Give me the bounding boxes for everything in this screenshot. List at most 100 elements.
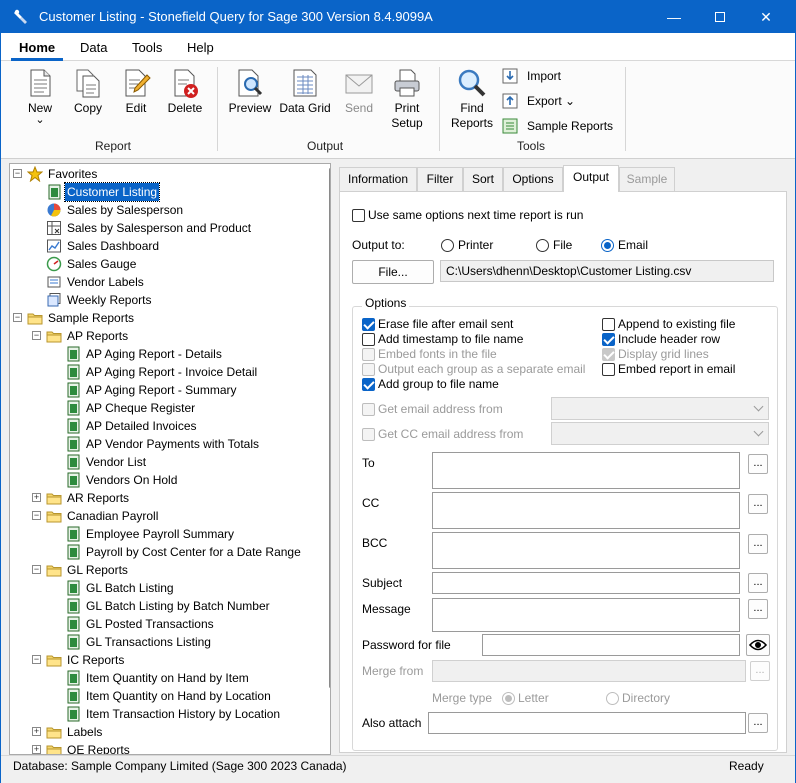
- tree-item[interactable]: + OE Reports: [10, 741, 326, 754]
- get-email-checkbox[interactable]: [362, 403, 375, 416]
- subject-browse-button[interactable]: ...: [748, 573, 768, 593]
- message-field[interactable]: [432, 598, 740, 632]
- tab-filter[interactable]: Filter: [417, 167, 463, 191]
- ribbon-tab-help[interactable]: Help: [187, 40, 214, 55]
- tree-item[interactable]: Weekly Reports: [10, 291, 326, 309]
- tree-scrollbar[interactable]: [328, 164, 330, 754]
- report-tree[interactable]: − Favorites Customer Listing Sales by Sales…: [9, 163, 331, 755]
- copy-button[interactable]: Copy: [67, 61, 109, 135]
- tree-item[interactable]: Item Quantity on Hand by Location: [10, 687, 326, 705]
- new-button[interactable]: New ⌄: [19, 61, 61, 135]
- tab-sample[interactable]: Sample: [619, 167, 675, 191]
- printer-radio[interactable]: [441, 239, 454, 252]
- import-button[interactable]: Import: [501, 67, 571, 85]
- cc-field[interactable]: [432, 492, 740, 529]
- get-cc-combo[interactable]: [551, 422, 769, 445]
- collapse-icon[interactable]: −: [13, 313, 22, 322]
- collapse-icon[interactable]: −: [32, 511, 41, 520]
- tree-item[interactable]: + AR Reports: [10, 489, 326, 507]
- tree-item[interactable]: − AP Reports: [10, 327, 326, 345]
- tree-item[interactable]: − GL Reports: [10, 561, 326, 579]
- file-path-field[interactable]: C:\Users\dhenn\Desktop\Customer Listing.…: [440, 260, 774, 282]
- tree-item[interactable]: − Favorites: [10, 165, 326, 183]
- tree-item[interactable]: Sales Gauge: [10, 255, 326, 273]
- ribbon-tab-data[interactable]: Data: [80, 40, 107, 55]
- delete-button[interactable]: Delete: [163, 61, 207, 135]
- merge-from-field[interactable]: [432, 660, 746, 682]
- merge-from-browse-button[interactable]: ...: [750, 661, 770, 681]
- tree-item[interactable]: Sales by Salesperson and Product: [10, 219, 326, 237]
- to-browse-button[interactable]: ...: [748, 454, 768, 474]
- letter-radio[interactable]: [502, 692, 515, 705]
- erase-file-checkbox[interactable]: [362, 318, 375, 331]
- tree-item[interactable]: Customer Listing: [10, 182, 326, 202]
- file-button[interactable]: File...: [352, 260, 434, 284]
- message-browse-button[interactable]: ...: [748, 599, 768, 619]
- to-field[interactable]: [432, 452, 740, 489]
- tree-item[interactable]: GL Batch Listing: [10, 579, 326, 597]
- tree-item[interactable]: AP Aging Report - Details: [10, 345, 326, 363]
- tab-information[interactable]: Information: [339, 167, 417, 191]
- tree-item[interactable]: Item Transaction History by Location: [10, 705, 326, 723]
- add-timestamp-checkbox[interactable]: [362, 333, 375, 346]
- tree-item[interactable]: AP Cheque Register: [10, 399, 326, 417]
- collapse-icon[interactable]: −: [32, 565, 41, 574]
- tree-item[interactable]: Payroll by Cost Center for a Date Range: [10, 543, 326, 561]
- get-cc-checkbox[interactable]: [362, 428, 375, 441]
- tree-item[interactable]: Sales Dashboard: [10, 237, 326, 255]
- edit-button[interactable]: Edit: [115, 61, 157, 135]
- tree-item[interactable]: − IC Reports: [10, 651, 326, 669]
- include-header-checkbox[interactable]: [602, 333, 615, 346]
- data-grid-button[interactable]: Data Grid: [277, 61, 333, 135]
- tab-output[interactable]: Output: [563, 165, 619, 192]
- collapse-icon[interactable]: −: [13, 169, 22, 178]
- cc-browse-button[interactable]: ...: [748, 494, 768, 514]
- bcc-browse-button[interactable]: ...: [748, 534, 768, 554]
- append-existing-checkbox[interactable]: [602, 318, 615, 331]
- tree-item[interactable]: − Sample Reports: [10, 309, 326, 327]
- tree-item[interactable]: Sales by Salesperson: [10, 201, 326, 219]
- ribbon-tab-tools[interactable]: Tools: [132, 40, 162, 55]
- tab-options[interactable]: Options: [503, 167, 563, 191]
- maximize-button[interactable]: [697, 1, 743, 33]
- expand-icon[interactable]: +: [32, 745, 41, 754]
- minimize-button[interactable]: —: [651, 1, 697, 33]
- also-attach-field[interactable]: [428, 712, 746, 734]
- collapse-icon[interactable]: −: [32, 331, 41, 340]
- tree-item[interactable]: GL Batch Listing by Batch Number: [10, 597, 326, 615]
- preview-button[interactable]: Preview: [227, 61, 273, 135]
- export-button[interactable]: Export ⌄: [501, 92, 581, 110]
- tab-sort[interactable]: Sort: [463, 167, 503, 191]
- tree-item[interactable]: GL Transactions Listing: [10, 633, 326, 651]
- ribbon-tab-home[interactable]: Home: [19, 40, 55, 55]
- expand-icon[interactable]: +: [32, 493, 41, 502]
- send-button[interactable]: Send: [337, 61, 381, 135]
- output-each-group-checkbox[interactable]: [362, 363, 375, 376]
- tree-item[interactable]: AP Vendor Payments with Totals: [10, 435, 326, 453]
- password-field[interactable]: [482, 634, 740, 656]
- expand-icon[interactable]: +: [32, 727, 41, 736]
- tree-scrollbar-thumb[interactable]: [329, 168, 330, 688]
- tree-item[interactable]: Vendors On Hold: [10, 471, 326, 489]
- embed-report-checkbox[interactable]: [602, 363, 615, 376]
- show-password-button[interactable]: [746, 634, 770, 656]
- bcc-field[interactable]: [432, 532, 740, 569]
- file-radio[interactable]: [536, 239, 549, 252]
- get-email-combo[interactable]: [551, 397, 769, 420]
- find-reports-button[interactable]: Find Reports: [449, 61, 495, 135]
- tree-item[interactable]: Vendor Labels: [10, 273, 326, 291]
- tree-item[interactable]: GL Posted Transactions: [10, 615, 326, 633]
- close-button[interactable]: ✕: [743, 1, 789, 33]
- same-options-checkbox[interactable]: [352, 209, 365, 222]
- directory-radio[interactable]: [606, 692, 619, 705]
- subject-field[interactable]: [432, 572, 740, 594]
- tree-item[interactable]: AP Aging Report - Summary: [10, 381, 326, 399]
- collapse-icon[interactable]: −: [32, 655, 41, 664]
- tree-item[interactable]: AP Detailed Invoices: [10, 417, 326, 435]
- display-grid-checkbox[interactable]: [602, 348, 615, 361]
- tree-item[interactable]: Employee Payroll Summary: [10, 525, 326, 543]
- also-attach-browse-button[interactable]: ...: [748, 713, 768, 733]
- tree-item[interactable]: Vendor List: [10, 453, 326, 471]
- print-setup-button[interactable]: Print Setup: [385, 61, 429, 135]
- tree-item[interactable]: − Canadian Payroll: [10, 507, 326, 525]
